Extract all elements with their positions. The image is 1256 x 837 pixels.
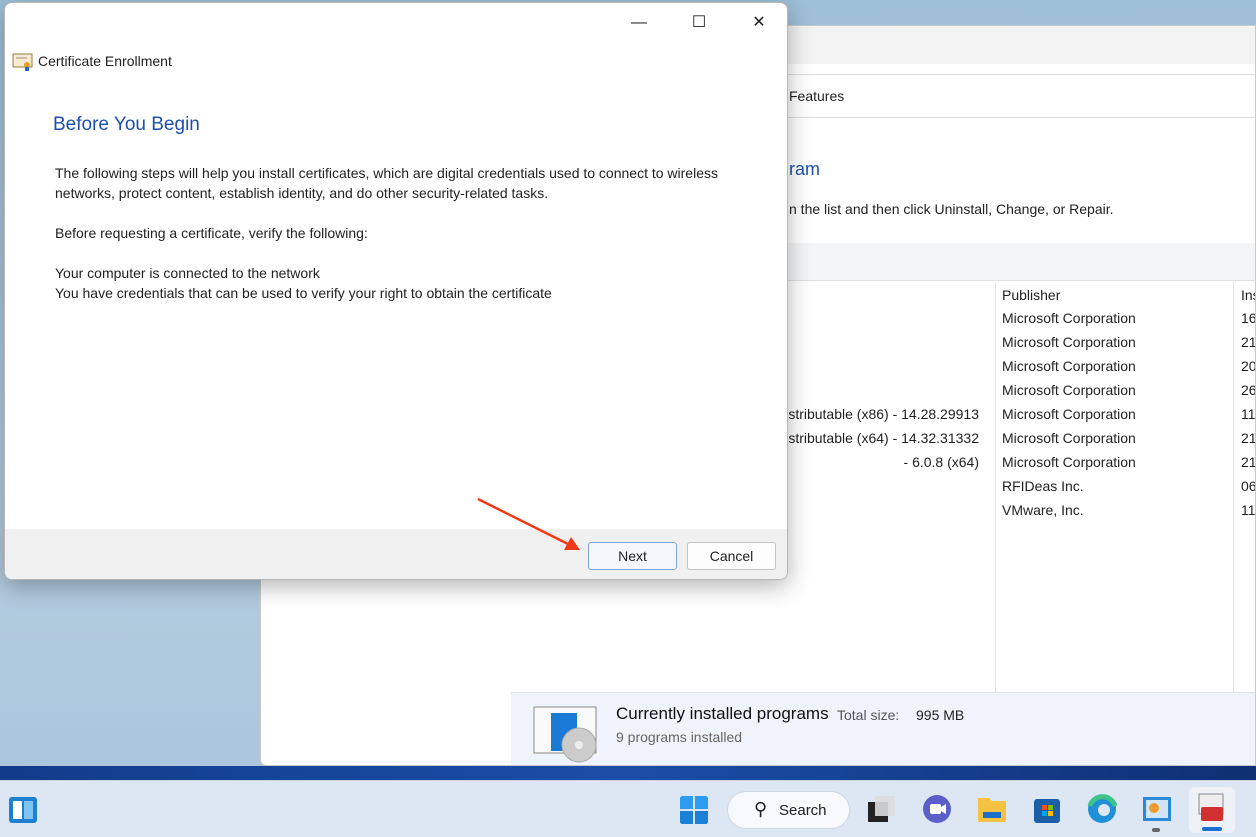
- running-indicator: [1152, 828, 1160, 832]
- minimize-button[interactable]: —: [619, 11, 659, 35]
- cell-name[interactable]: stributable (x86) - 14.28.29913: [788, 406, 979, 430]
- edge-icon[interactable]: [1087, 794, 1117, 824]
- intro-text: The following steps will help you instal…: [55, 165, 718, 201]
- dialog-footer: Next Cancel: [5, 529, 787, 579]
- breadcrumb: Features: [789, 88, 845, 104]
- certificate-enrollment-dialog: — ☐ ✕ Certificate Enrollment Before You …: [4, 2, 788, 580]
- cell-publisher[interactable]: VMware, Inc.: [1002, 502, 1084, 526]
- programs-features-taskbar-button[interactable]: [1189, 787, 1235, 833]
- column-divider[interactable]: [1233, 282, 1234, 692]
- cell-name[interactable]: stributable (x64) - 14.32.31332: [788, 430, 979, 454]
- cell-installed[interactable]: 11: [1241, 502, 1255, 526]
- teams-icon[interactable]: [922, 794, 952, 824]
- verify-text: Before requesting a certificate, verify …: [55, 225, 368, 241]
- start-icon[interactable]: [679, 795, 709, 825]
- search-label: Search: [779, 802, 827, 819]
- cell-installed[interactable]: 16: [1241, 310, 1255, 334]
- cell-publisher[interactable]: Microsoft Corporation: [1002, 406, 1136, 430]
- cell-publisher[interactable]: RFIDeas Inc.: [1002, 478, 1084, 502]
- cell-publisher[interactable]: Microsoft Corporation: [1002, 430, 1136, 454]
- column-header-publisher[interactable]: Publisher: [1002, 287, 1060, 311]
- total-size-label: Total size:: [837, 707, 900, 723]
- maximize-button[interactable]: ☐: [679, 11, 719, 35]
- dialog-body: The following steps will help you instal…: [55, 163, 775, 303]
- details-pane: Currently installed programs Total size:…: [511, 692, 1255, 765]
- cell-installed[interactable]: 21: [1241, 334, 1255, 358]
- program-count: 9 programs installed: [616, 729, 743, 745]
- desktop-wallpaper: [0, 766, 1256, 780]
- cancel-button[interactable]: Cancel: [687, 542, 776, 570]
- active-indicator: [1202, 827, 1222, 831]
- cell-installed[interactable]: 20: [1241, 358, 1255, 382]
- total-size-value: 995 MB: [916, 707, 965, 723]
- page-title: ram: [789, 159, 820, 179]
- widgets-icon[interactable]: [8, 796, 38, 824]
- store-icon[interactable]: [1032, 794, 1062, 824]
- cell-publisher[interactable]: Microsoft Corporation: [1002, 358, 1136, 382]
- programs-features-icon: [1198, 793, 1224, 821]
- page-subtitle: n the list and then click Uninstall, Cha…: [789, 201, 1114, 217]
- page-heading: Before You Begin: [53, 114, 200, 135]
- column-divider[interactable]: [995, 282, 996, 692]
- installed-programs-icon: [533, 706, 597, 763]
- annotation-arrow: [477, 497, 580, 550]
- control-panel-icon[interactable]: [1142, 794, 1172, 824]
- cell-installed[interactable]: 26: [1241, 382, 1255, 406]
- search-box[interactable]: ⚲ Search: [727, 791, 850, 829]
- close-button[interactable]: ✕: [739, 11, 779, 35]
- cell-installed[interactable]: 21: [1241, 430, 1255, 454]
- cell-installed[interactable]: 21: [1241, 454, 1255, 478]
- check-credentials: You have credentials that can be used to…: [55, 285, 552, 301]
- certificate-icon: [12, 53, 33, 71]
- file-explorer-icon[interactable]: [977, 794, 1007, 824]
- check-network: Your computer is connected to the networ…: [55, 265, 320, 281]
- cell-publisher[interactable]: Microsoft Corporation: [1002, 310, 1136, 334]
- details-title: Currently installed programs: [616, 704, 829, 723]
- column-header-installed-on[interactable]: Ins: [1241, 287, 1255, 311]
- dialog-title: Certificate Enrollment: [38, 53, 172, 69]
- taskbar: ⚲ Search: [0, 780, 1256, 837]
- cell-installed[interactable]: 06: [1241, 478, 1255, 502]
- search-icon: ⚲: [754, 799, 768, 819]
- cell-installed[interactable]: 11: [1241, 406, 1255, 430]
- cell-publisher[interactable]: Microsoft Corporation: [1002, 454, 1136, 478]
- next-button[interactable]: Next: [588, 542, 677, 570]
- task-view-icon[interactable]: [867, 794, 897, 824]
- cell-publisher[interactable]: Microsoft Corporation: [1002, 382, 1136, 406]
- cell-publisher[interactable]: Microsoft Corporation: [1002, 334, 1136, 358]
- cell-name[interactable]: - 6.0.8 (x64): [904, 454, 979, 478]
